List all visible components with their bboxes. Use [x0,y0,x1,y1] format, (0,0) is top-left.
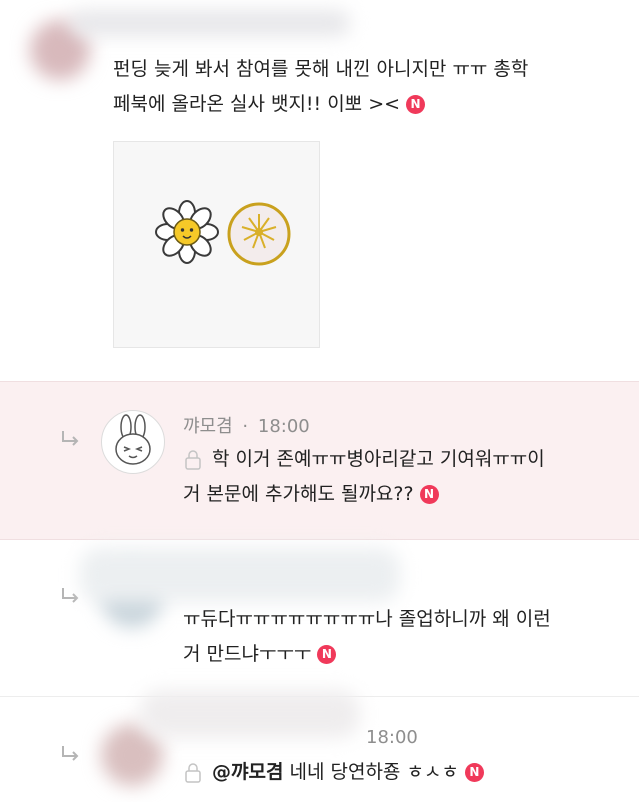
comment-text-2: 페북에 올라온 실사 뱃지!! 이뽀 >< N [113,87,426,122]
reply-text-row1: ㅠ듀다ㅠㅠㅠㅠㅠㅠㅠㅠ나 졸업하니까 왜 이런 [183,602,551,637]
daisy-badge-icon [155,200,219,264]
author-name[interactable]: 꺄모겸 [183,416,233,437]
meta-separator: · [242,416,249,437]
author-avatar[interactable] [101,410,165,474]
reply-text-line1: 학 이거 존예ㅠㅠ병아리같고 기여워ㅠㅠ이 [212,448,545,470]
new-badge: N [419,485,439,504]
commenter-name-obscured [140,690,360,738]
lock-icon [185,450,201,470]
round-gold-badge-icon [227,202,291,266]
reply-arrow-icon [62,431,79,446]
comment-text-line1: 펀딩 늦게 봐서 참여를 못해 내낀 아니지만 ㅠㅠ 총학 [113,58,529,80]
commenter-name-obscured [80,548,400,602]
timestamp: 18:00 [257,416,310,437]
comment-text: 펀딩 늦게 봐서 참여를 못해 내낀 아니지만 ㅠㅠ 총학 [113,52,528,87]
bunny-avatar-icon [115,414,151,465]
reply-text-row1: @꺄모겸 네네 당연하죵 ㅎㅅㅎ N [212,755,484,790]
timestamp: 18:00 [366,727,418,748]
reply-arrow-icon [62,588,79,603]
badge-photo-illustration [155,200,291,266]
reply-text-line1: ㅠ듀다ㅠㅠㅠㅠㅠㅠㅠㅠ나 졸업하니까 왜 이런 [183,608,551,630]
new-badge: N [464,763,484,782]
reply-meta: 18:00 [366,727,418,748]
reply-text-line2: 거 본문에 추가해도 될까요?? [183,483,414,505]
reply-text-row1: 학 이거 존예ㅠㅠ병아리같고 기여워ㅠㅠ이 [212,442,545,477]
lock-icon [185,763,201,783]
commenter-name-obscured [70,10,350,36]
reply-meta: 꺄모겸 · 18:00 [183,412,310,438]
reply-text-line2: 거 만드냐ㅜㅜㅜ [183,643,312,665]
mention-link[interactable]: @꺄모겸 [212,761,283,783]
reply-text-row2: 거 본문에 추가해도 될까요?? N [183,477,439,512]
comment-text-line2: 페북에 올라온 실사 뱃지!! 이뽀 >< [113,93,401,115]
reply-text: 네네 당연하죵 ㅎㅅㅎ [283,761,459,783]
new-badge: N [406,95,426,114]
reply-arrow-icon [62,746,79,761]
reply-text-row2: 거 만드냐ㅜㅜㅜ N [183,637,337,672]
attached-photo[interactable] [113,141,320,348]
new-badge: N [317,645,337,664]
